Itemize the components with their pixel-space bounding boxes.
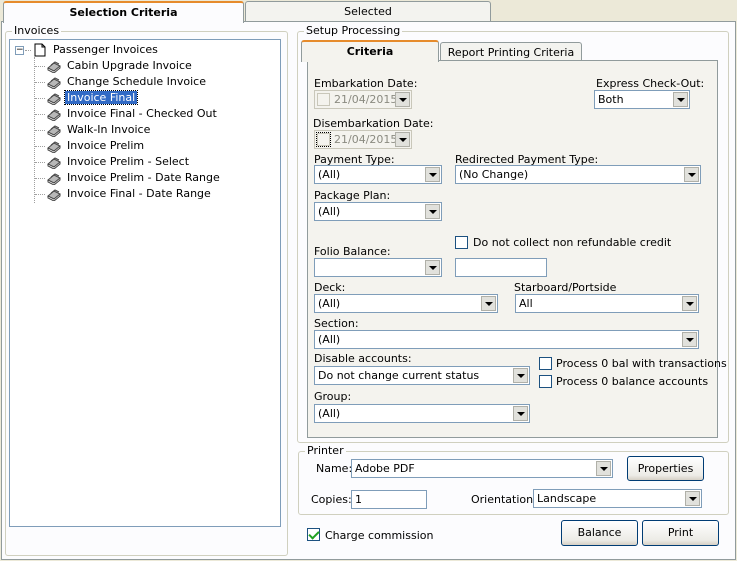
report-printer-icon — [46, 75, 62, 90]
process-zero-balance-accounts-checkbox[interactable] — [539, 375, 552, 388]
folio-balance-label: Folio Balance: — [314, 245, 391, 258]
orientation-select[interactable]: Landscape — [533, 489, 702, 508]
print-button[interactable]: Print — [642, 520, 719, 546]
dropdown-arrow-icon[interactable] — [684, 167, 699, 182]
package-plan-select[interactable]: (All) — [314, 202, 442, 221]
express-checkout-select[interactable]: Both — [594, 90, 690, 109]
embarkation-date-picker[interactable]: 21/04/2015 — [314, 90, 412, 109]
tree-line — [35, 146, 45, 147]
report-printer-icon — [46, 59, 62, 74]
collapse-icon[interactable]: − — [15, 46, 24, 55]
copies-input[interactable]: 1 — [351, 490, 427, 509]
dropdown-arrow-icon[interactable] — [513, 368, 528, 383]
folio-balance-select[interactable] — [314, 258, 442, 277]
process-zero-bal-transactions-label: Process 0 bal with transactions — [556, 357, 727, 370]
tree-line — [35, 130, 45, 131]
embarkation-date-label: Embarkation Date: — [314, 77, 418, 90]
dropdown-arrow-icon[interactable] — [425, 204, 440, 219]
disembarkation-date-checkbox[interactable] — [316, 132, 331, 147]
process-zero-bal-transactions-checkbox[interactable] — [539, 357, 552, 370]
tree-item-invoice[interactable]: Walk-In Invoice — [46, 122, 152, 138]
embarkation-date-checkbox[interactable] — [317, 93, 330, 106]
dropdown-arrow-icon[interactable] — [682, 296, 697, 311]
express-checkout-label: Express Check-Out: — [596, 77, 705, 90]
payment-type-select[interactable]: (All) — [314, 165, 442, 184]
folio-balance-amount-input[interactable] — [455, 258, 547, 277]
dropdown-arrow-icon[interactable] — [685, 491, 700, 506]
tree-line — [35, 114, 45, 115]
deck-label: Deck: — [314, 281, 346, 294]
tree-root-passenger-invoices[interactable]: Passenger Invoices — [32, 42, 160, 58]
tree-line — [35, 162, 45, 163]
invoices-group-title: Invoices — [12, 24, 62, 38]
tab-criteria[interactable]: Criteria — [301, 40, 439, 62]
balance-button[interactable]: Balance — [561, 520, 638, 546]
charge-commission-checkbox[interactable] — [307, 528, 320, 541]
dropdown-arrow-icon[interactable] — [596, 461, 611, 476]
tree-item-invoice[interactable]: Invoice Final - Date Range — [46, 186, 213, 202]
tree-line — [35, 82, 45, 83]
dropdown-arrow-icon[interactable] — [673, 92, 688, 107]
invoice-tree[interactable]: − Passenger Invoices Cabin Upgrade Invoi… — [9, 39, 281, 527]
tree-item-invoice[interactable]: Invoice Final - Checked Out — [46, 106, 219, 122]
package-plan-label: Package Plan: — [314, 189, 391, 202]
disable-accounts-label: Disable accounts: — [314, 352, 412, 365]
charge-commission-label: Charge commission — [325, 529, 434, 542]
tree-item-invoice[interactable]: Invoice Prelim - Date Range — [46, 170, 222, 186]
dropdown-arrow-icon[interactable] — [395, 92, 410, 107]
orientation-label: Orientation: — [471, 493, 537, 506]
report-printer-icon — [46, 155, 62, 170]
tree-line — [25, 50, 31, 51]
tab-selection-criteria[interactable]: Selection Criteria — [3, 1, 244, 23]
disembarkation-date-picker[interactable]: 21/04/2015 — [314, 130, 412, 149]
deck-select[interactable]: (All) — [314, 294, 498, 313]
copies-label: Copies: — [311, 493, 352, 506]
group-select[interactable]: (All) — [314, 404, 530, 423]
starboard-portside-label: Starboard/Portside — [514, 281, 617, 294]
printer-name-select[interactable]: Adobe PDF — [351, 459, 613, 478]
document-icon — [32, 43, 48, 57]
dropdown-arrow-icon[interactable] — [513, 406, 528, 421]
tree-item-invoice[interactable]: Cabin Upgrade Invoice — [46, 58, 194, 74]
disembarkation-date-label: Disembarkation Date: — [313, 117, 434, 130]
tree-line — [35, 194, 45, 195]
report-printer-icon — [46, 171, 62, 186]
disable-accounts-select[interactable]: Do not change current status — [314, 366, 530, 385]
redirected-payment-type-select[interactable]: (No Change) — [455, 165, 701, 184]
tree-item-invoice[interactable]: Invoice Prelim — [46, 138, 146, 154]
tree-line — [35, 66, 45, 67]
tree-line — [35, 98, 45, 99]
report-printer-icon — [46, 123, 62, 138]
process-zero-balance-accounts-label: Process 0 balance accounts — [556, 375, 709, 388]
tree-item-invoice[interactable]: Invoice Prelim - Select — [46, 154, 191, 170]
printer-group-title: Printer — [305, 444, 346, 458]
properties-button[interactable]: Properties — [627, 456, 704, 481]
report-printer-icon — [46, 91, 62, 106]
starboard-portside-select[interactable]: All — [515, 294, 699, 313]
section-label: Section: — [314, 317, 359, 330]
dropdown-arrow-icon[interactable] — [395, 132, 410, 147]
setup-processing-group-title: Setup Processing — [304, 24, 403, 38]
dropdown-arrow-icon[interactable] — [425, 260, 440, 275]
dropdown-arrow-icon[interactable] — [682, 332, 697, 347]
report-printer-icon — [46, 107, 62, 122]
tree-item-invoice[interactable]: Invoice Final — [46, 90, 139, 106]
report-printer-icon — [46, 187, 62, 202]
tab-report-printing-criteria[interactable]: Report Printing Criteria — [440, 42, 582, 62]
tree-item-invoice[interactable]: Change Schedule Invoice — [46, 74, 208, 90]
report-printer-icon — [46, 139, 62, 154]
section-select[interactable]: (All) — [314, 330, 699, 349]
dropdown-arrow-icon[interactable] — [425, 167, 440, 182]
group-label: Group: — [314, 390, 352, 403]
tree-line — [35, 178, 45, 179]
no-refund-credit-checkbox[interactable] — [455, 236, 468, 249]
printer-name-label: Name: — [316, 462, 353, 475]
dropdown-arrow-icon[interactable] — [481, 296, 496, 311]
tab-selected[interactable]: Selected — [245, 1, 491, 21]
no-refund-credit-label: Do not collect non refundable credit — [473, 236, 672, 249]
